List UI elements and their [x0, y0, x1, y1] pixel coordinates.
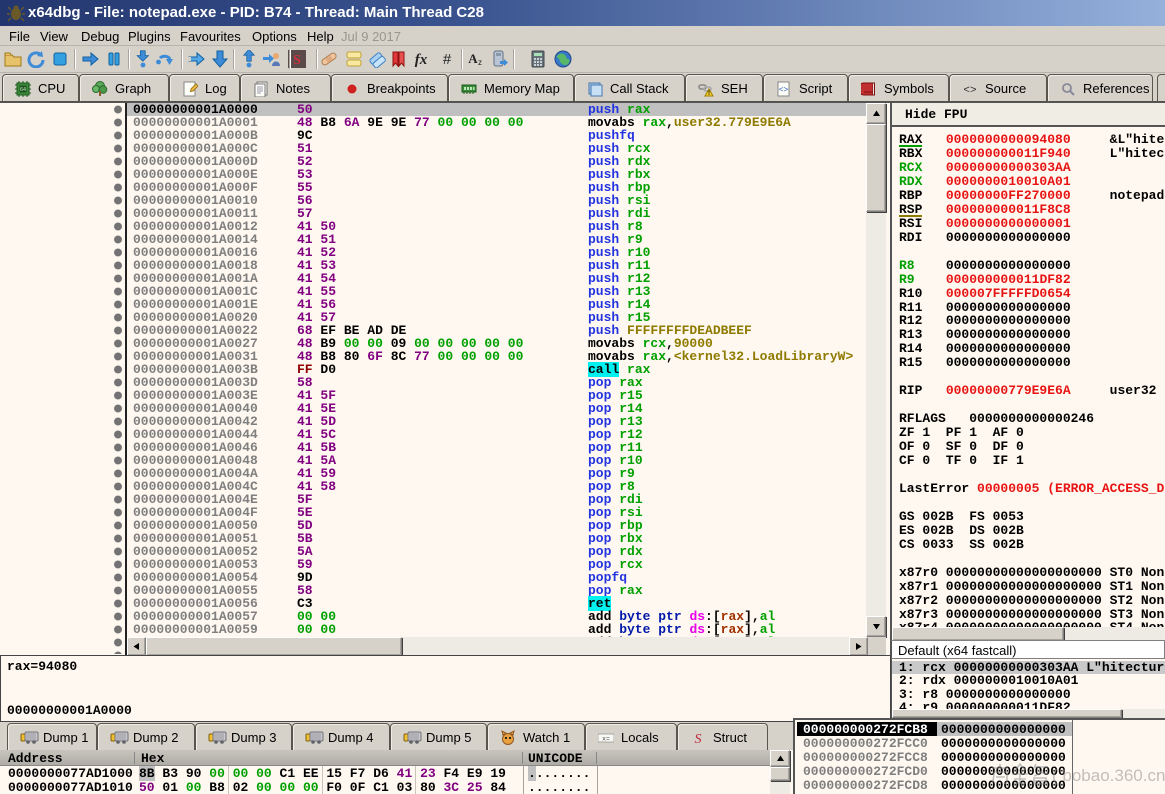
svg-text:S: S [293, 53, 301, 68]
svg-text:z: z [478, 58, 482, 67]
svg-text:A: A [468, 51, 478, 66]
svg-text:<>: <> [779, 86, 789, 95]
svg-text:x=: x= [602, 735, 610, 742]
svg-text:<>: <> [963, 85, 976, 97]
svg-text:#: # [443, 51, 452, 68]
svg-text:( bobao.360.cn ): ( bobao.360.cn ) [1052, 766, 1165, 785]
svg-text:fx: fx [415, 52, 428, 68]
svg-text:S: S [695, 732, 702, 746]
svg-text:!: ! [708, 91, 710, 97]
svg-text:64: 64 [20, 87, 26, 93]
